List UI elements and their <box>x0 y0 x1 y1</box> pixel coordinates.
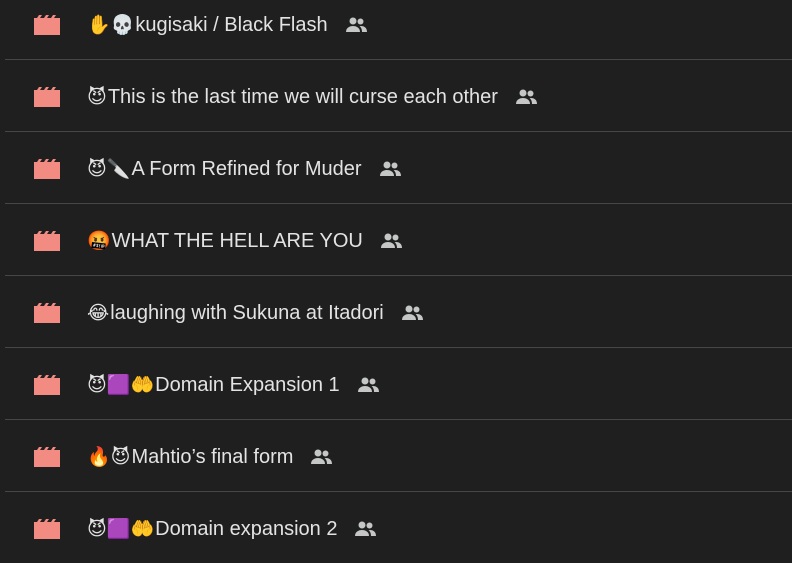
file-name-group: 😈🟪🤲 Domain expansion 2 <box>87 514 377 544</box>
video-file-icon <box>34 519 60 539</box>
shared-people-icon <box>357 377 379 392</box>
title-emoji: 😂 <box>87 302 110 324</box>
file-name-group: 😈 This is the last time we will curse ea… <box>87 82 538 112</box>
file-name[interactable]: This is the last time we will curse each… <box>108 82 498 112</box>
title-emoji: 😈🟪🤲 <box>87 518 155 540</box>
file-name[interactable]: WHAT THE HELL ARE YOU <box>112 226 363 256</box>
video-file-icon <box>34 159 60 179</box>
title-emoji: 😈 <box>87 86 107 108</box>
file-row[interactable]: ✋💀 kugisaki / Black Flash <box>0 0 792 60</box>
video-file-icon <box>34 87 60 107</box>
title-emoji: ✋💀 <box>87 14 135 36</box>
file-name-group: 😂 laughing with Sukuna at Itadori <box>87 298 424 328</box>
file-row[interactable]: 😈🔪 A Form Refined for Muder <box>0 132 792 204</box>
video-file-icon <box>34 15 60 35</box>
title-emoji: 🔥😈 <box>87 446 131 468</box>
video-file-icon <box>34 231 60 251</box>
video-file-icon <box>34 303 60 323</box>
shared-people-icon <box>355 521 377 536</box>
shared-people-icon <box>380 233 402 248</box>
video-file-icon <box>34 447 60 467</box>
file-name[interactable]: kugisaki / Black Flash <box>135 10 327 40</box>
file-name-group: 😈🟪🤲 Domain Expansion 1 <box>87 370 380 400</box>
file-row[interactable]: 😈🟪🤲 Domain expansion 2 <box>0 492 792 563</box>
file-row[interactable]: 😂 laughing with Sukuna at Itadori <box>0 276 792 348</box>
file-row[interactable]: 🔥😈 Mahtio’s final form <box>0 420 792 492</box>
title-emoji: 😈🔪 <box>87 158 131 180</box>
file-name-group: 😈🔪 A Form Refined for Muder <box>87 154 402 184</box>
file-name[interactable]: Domain Expansion 1 <box>155 370 340 400</box>
file-name-group: ✋💀 kugisaki / Black Flash <box>87 10 368 40</box>
video-file-icon <box>34 375 60 395</box>
file-row[interactable]: 🤬 WHAT THE HELL ARE YOU <box>0 204 792 276</box>
file-row[interactable]: 😈🟪🤲 Domain Expansion 1 <box>0 348 792 420</box>
file-row[interactable]: 😈 This is the last time we will curse ea… <box>0 60 792 132</box>
shared-people-icon <box>379 161 401 176</box>
file-list: ✋💀 kugisaki / Black Flash 😈 This is the … <box>0 0 792 563</box>
file-name[interactable]: Domain expansion 2 <box>155 514 337 544</box>
title-emoji: 🤬 <box>87 230 111 252</box>
file-name[interactable]: A Form Refined for Muder <box>131 154 361 184</box>
file-name-group: 🤬 WHAT THE HELL ARE YOU <box>87 226 403 256</box>
title-emoji: 😈🟪🤲 <box>87 374 155 396</box>
file-name-group: 🔥😈 Mahtio’s final form <box>87 442 333 472</box>
shared-people-icon <box>401 305 423 320</box>
file-name[interactable]: Mahtio’s final form <box>131 442 293 472</box>
shared-people-icon <box>311 449 333 464</box>
file-name[interactable]: laughing with Sukuna at Itadori <box>110 298 384 328</box>
shared-people-icon <box>515 89 537 104</box>
shared-people-icon <box>345 17 367 32</box>
